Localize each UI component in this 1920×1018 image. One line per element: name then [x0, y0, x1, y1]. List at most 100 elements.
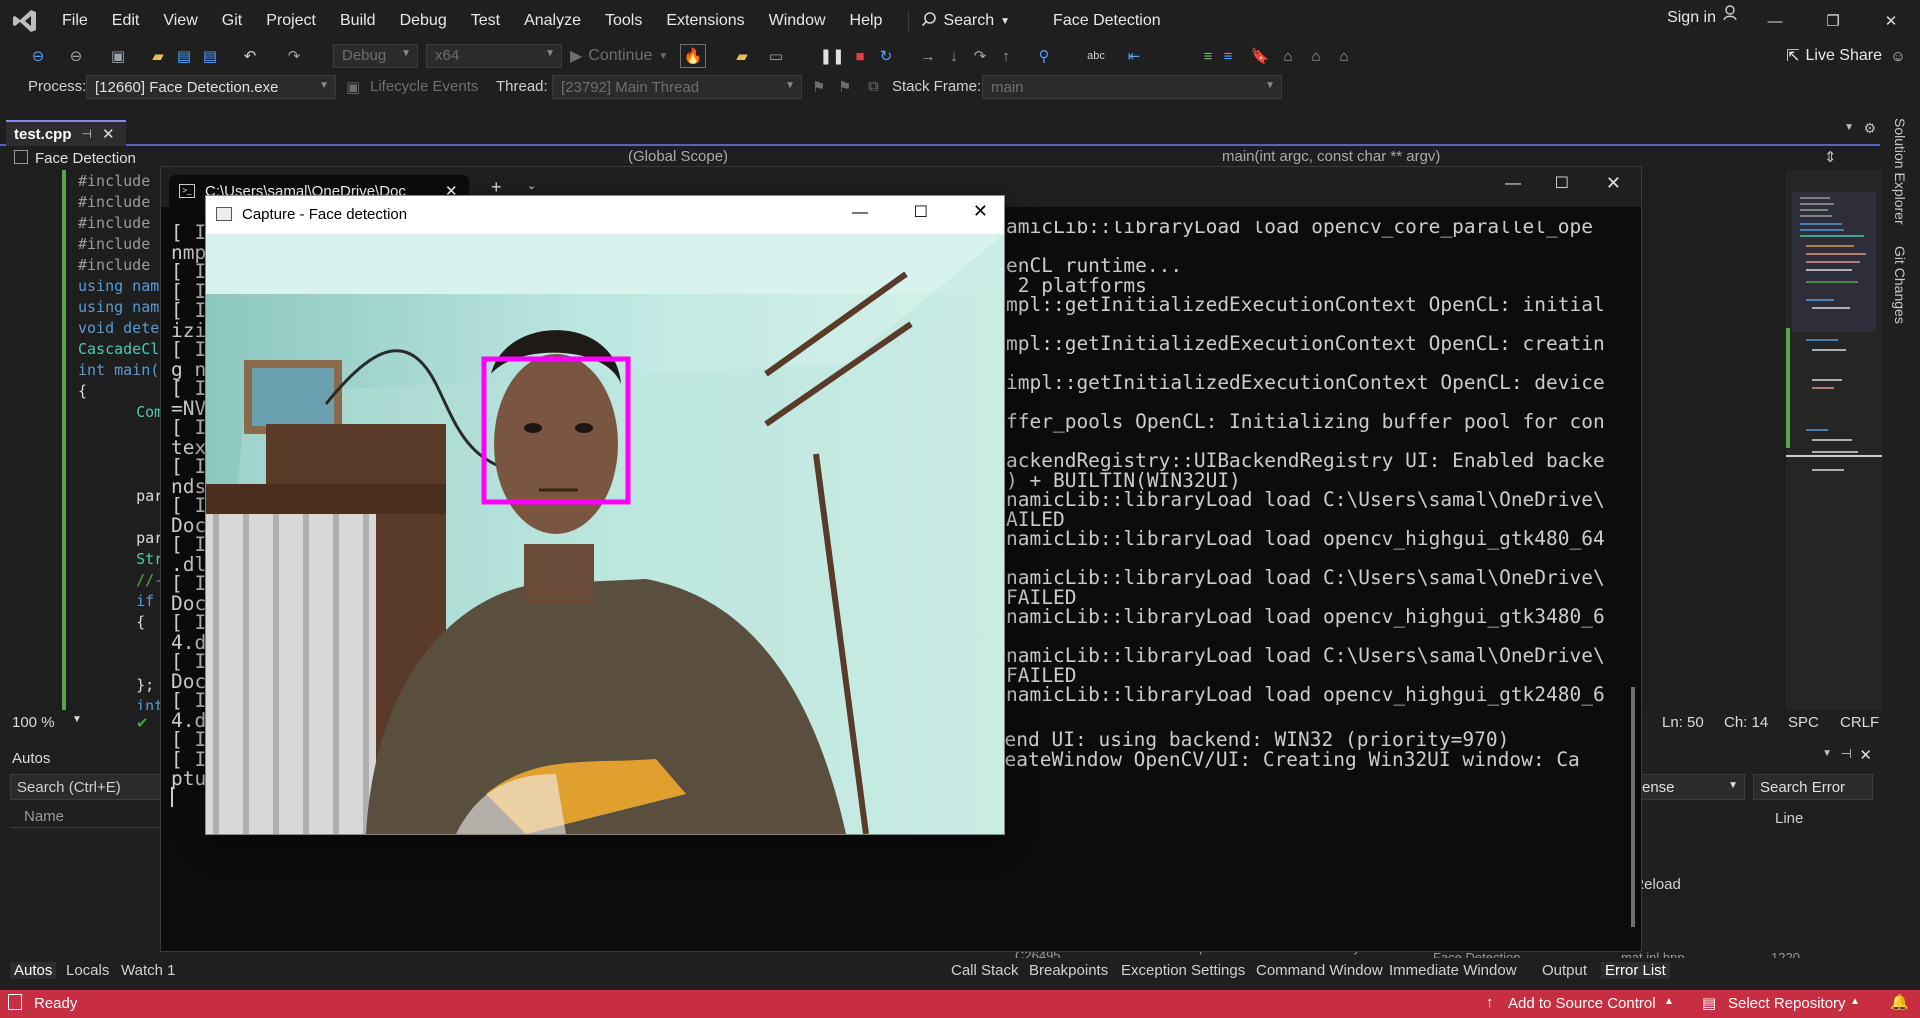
close-icon[interactable]: ✕ — [1859, 746, 1872, 764]
restart-icon[interactable]: ↻ — [876, 46, 896, 66]
tab-exception-settings[interactable]: Exception Settings — [1121, 962, 1245, 979]
menu-project[interactable]: Project — [254, 0, 328, 42]
platform-combo[interactable]: x64 ▼ — [426, 44, 562, 68]
restore-button[interactable]: ❐ — [1804, 0, 1862, 42]
open-folder-icon[interactable]: ▰ — [148, 46, 168, 66]
tab-error-list[interactable]: Error List — [1601, 962, 1670, 979]
visual-studio-logo-icon[interactable] — [0, 0, 50, 42]
function-combo[interactable]: main(int argc, const char ** argv) — [1222, 148, 1440, 165]
feedback-icon[interactable]: ☺ — [1888, 46, 1908, 66]
hot-reload-icon[interactable]: 🔥 — [680, 44, 706, 68]
no-issues-icon[interactable]: ✔ — [136, 714, 149, 732]
zoom-level[interactable]: 100 % — [12, 714, 55, 731]
close-icon[interactable]: ✕ — [973, 201, 988, 222]
chevron-down-icon[interactable]: ▼ — [1822, 748, 1832, 759]
toggle-flag-icon[interactable]: ⚑ — [812, 78, 825, 96]
show-next-statement-icon[interactable]: → — [918, 46, 938, 66]
maximize-icon[interactable]: ☐ — [914, 202, 928, 222]
add-to-source-control-button[interactable]: Add to Source Control — [1508, 995, 1656, 1012]
folder-icon[interactable]: ▰ — [732, 46, 752, 66]
step-into-icon[interactable]: ↓ — [944, 46, 964, 66]
minimize-icon[interactable]: — — [852, 204, 868, 222]
column-number[interactable]: Ch: 14 — [1724, 714, 1768, 731]
menu-build[interactable]: Build — [328, 0, 388, 42]
solution-explorer-tab[interactable]: Solution Explorer — [1892, 118, 1908, 225]
pin-icon[interactable]: ⊣ — [82, 127, 92, 141]
save-all-icon[interactable]: ▤ — [200, 46, 220, 66]
tab-immediate-window[interactable]: Immediate Window — [1389, 962, 1517, 979]
error-list-filter-combo[interactable]: ense ▼ — [1635, 774, 1745, 800]
tab-list-chevron-icon[interactable]: ▼ — [1844, 122, 1854, 133]
new-project-icon[interactable]: ▣ — [108, 46, 128, 66]
menu-edit[interactable]: Edit — [100, 0, 152, 42]
diagnostic-icon[interactable]: ⚲ — [1034, 46, 1054, 66]
flag-icon[interactable]: ⚑ — [838, 78, 851, 96]
undo-icon[interactable]: ↶ — [240, 46, 260, 66]
menu-debug[interactable]: Debug — [388, 0, 459, 42]
minimap-scrollbar[interactable] — [1786, 170, 1882, 710]
select-repository-button[interactable]: Select Repository — [1728, 995, 1846, 1012]
close-button[interactable]: ✕ — [1862, 0, 1920, 42]
split-editor-icon[interactable]: ⇕ — [1824, 148, 1837, 166]
comment-icon[interactable]: ≡ — [1198, 46, 1218, 66]
thread-combo[interactable]: [23792] Main Thread ▼ — [552, 75, 802, 99]
scope-combo[interactable]: (Global Scope) — [628, 148, 728, 165]
autos-column-name[interactable]: Name — [24, 808, 64, 825]
pin-icon[interactable]: ⊣ — [1841, 746, 1852, 762]
live-share-button[interactable]: ⇱ Live Share — [1786, 46, 1882, 66]
menu-test[interactable]: Test — [459, 0, 512, 42]
format-icon[interactable]: ⇤ — [1124, 46, 1144, 66]
uncomment-icon[interactable]: ≡ — [1218, 46, 1238, 66]
next-bookmark-icon[interactable]: ⌂ — [1306, 46, 1326, 66]
minimize-button[interactable]: — — [1746, 0, 1804, 42]
close-icon[interactable]: ✕ — [1606, 173, 1621, 194]
maximize-icon[interactable]: ☐ — [1555, 173, 1569, 193]
settings-gear-icon[interactable]: ⚙ — [1863, 120, 1876, 137]
search-menu-button[interactable]: Search ▼ — [900, 10, 1018, 32]
tab-test-cpp[interactable]: test.cpp ⊣ ✕ — [6, 120, 126, 146]
stop-icon[interactable]: ■ — [850, 46, 870, 66]
menu-window[interactable]: Window — [757, 0, 838, 42]
line-number[interactable]: Ln: 50 — [1662, 714, 1704, 731]
menu-git[interactable]: Git — [210, 0, 254, 42]
close-icon[interactable]: ✕ — [102, 125, 115, 143]
step-out-icon[interactable]: ↑ — [996, 46, 1016, 66]
whitespace-mode[interactable]: SPC — [1788, 714, 1819, 731]
tab-call-stack[interactable]: Call Stack — [951, 962, 1019, 979]
stack-frame-combo[interactable]: main ▼ — [982, 75, 1282, 99]
menu-tools[interactable]: Tools — [593, 0, 654, 42]
clear-bookmarks-icon[interactable]: ⌂ — [1334, 46, 1354, 66]
process-icon[interactable]: ▭ — [766, 46, 786, 66]
menu-view[interactable]: View — [151, 0, 209, 42]
process-combo[interactable]: [12660] Face Detection.exe ▼ — [86, 75, 336, 99]
redo-icon[interactable]: ↷ — [284, 46, 304, 66]
spell-check-icon[interactable]: abc — [1086, 46, 1106, 66]
navigate-back-icon[interactable]: ⊖ — [28, 46, 48, 66]
tab-watch-1[interactable]: Watch 1 — [121, 962, 175, 979]
error-list-search-input[interactable]: Search Error — [1753, 774, 1873, 800]
project-combo[interactable]: Face Detection — [35, 150, 136, 167]
continue-button[interactable]: ▶ Continue ▼ — [570, 46, 668, 66]
threads-icon[interactable]: ⧉ — [868, 78, 879, 95]
tab-locals[interactable]: Locals — [66, 962, 109, 979]
tab-output[interactable]: Output — [1542, 962, 1587, 979]
lifecycle-events-button[interactable]: Lifecycle Events — [370, 78, 478, 95]
navigate-forward-icon[interactable]: ⊖ — [66, 46, 86, 66]
menu-analyze[interactable]: Analyze — [512, 0, 593, 42]
notifications-icon[interactable]: 🔔 — [1890, 993, 1909, 1011]
tab-command-window[interactable]: Command Window — [1256, 962, 1383, 979]
menu-help[interactable]: Help — [838, 0, 895, 42]
save-icon[interactable]: ▤ — [174, 46, 194, 66]
error-column-line[interactable]: Line — [1775, 810, 1803, 827]
menu-extensions[interactable]: Extensions — [654, 0, 756, 42]
previous-bookmark-icon[interactable]: ⌂ — [1278, 46, 1298, 66]
bookmark-icon[interactable]: 🔖 — [1250, 46, 1270, 66]
capture-window[interactable]: Capture - Face detection — ☐ ✕ — [205, 195, 1005, 835]
tab-autos[interactable]: Autos — [10, 962, 57, 979]
pause-icon[interactable]: ❚❚ — [819, 46, 844, 66]
console-scrollbar-thumb[interactable] — [1631, 687, 1635, 927]
git-changes-tab[interactable]: Git Changes — [1892, 246, 1908, 324]
tab-breakpoints[interactable]: Breakpoints — [1029, 962, 1108, 979]
configuration-combo[interactable]: Debug ▼ — [333, 44, 418, 68]
step-over-icon[interactable]: ↷ — [970, 46, 990, 66]
